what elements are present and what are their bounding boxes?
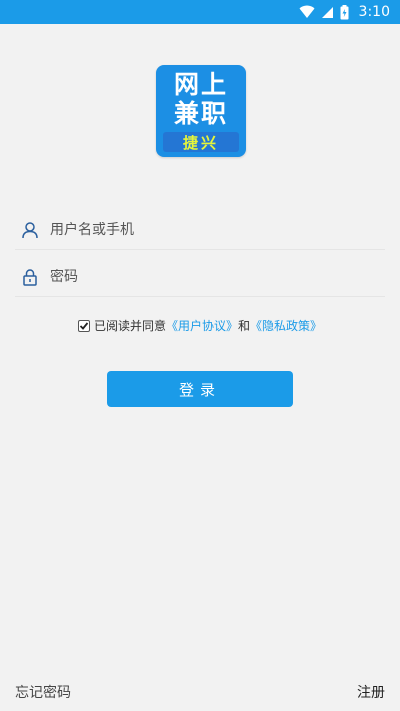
logo-line-2: 兼职 <box>173 99 228 128</box>
status-bar: 3:10 <box>0 0 400 24</box>
login-button[interactable]: 登录 <box>107 371 293 407</box>
password-input[interactable] <box>50 268 385 285</box>
username-input[interactable] <box>50 221 385 238</box>
lock-icon <box>15 268 45 286</box>
agreement-checkbox[interactable] <box>77 319 90 332</box>
agreement-prefix: 已阅读并同意 <box>93 319 166 333</box>
username-row <box>15 210 385 250</box>
app-logo: 网上 兼职 捷兴 <box>156 65 246 157</box>
logo-line-1: 网上 <box>173 70 228 99</box>
password-row <box>15 257 385 297</box>
checkmark-icon <box>79 321 89 330</box>
agreement-row: 已阅读并同意 《用户协议》 和 《隐私政策》 <box>0 317 400 334</box>
forgot-password-link[interactable]: 忘记密码 <box>15 682 71 702</box>
status-time: 3:10 <box>358 4 390 20</box>
logo-tag: 捷兴 <box>163 132 239 152</box>
user-icon <box>15 221 45 239</box>
user-agreement-link[interactable]: 《用户协议》 <box>166 317 238 334</box>
privacy-policy-link[interactable]: 《隐私政策》 <box>250 317 322 334</box>
register-link[interactable]: 注册 <box>357 682 385 702</box>
wifi-icon <box>299 5 315 19</box>
agreement-conjunction: 和 <box>238 319 251 333</box>
signal-icon <box>321 6 334 19</box>
battery-icon <box>340 4 349 20</box>
